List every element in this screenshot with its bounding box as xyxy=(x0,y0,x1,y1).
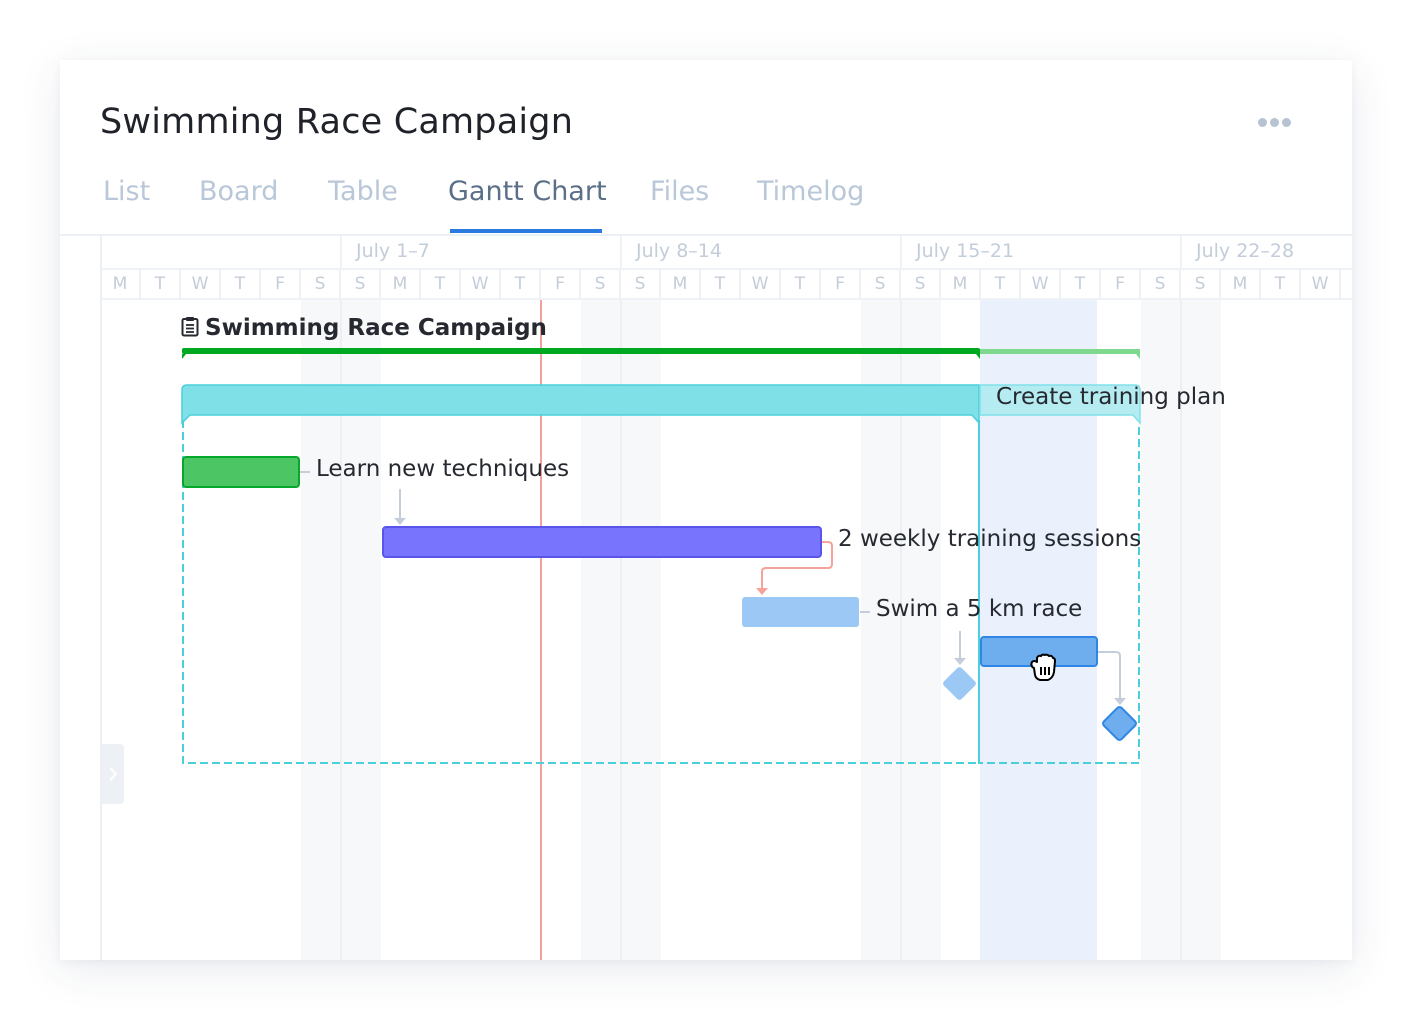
project-summary-line xyxy=(182,348,980,354)
task-label[interactable]: Swim a 5 km race xyxy=(876,596,1082,622)
milestone-1[interactable] xyxy=(942,666,977,701)
dependency-arrowhead xyxy=(954,658,966,665)
project-label[interactable]: Swimming Race Campaign xyxy=(181,315,547,341)
task-label[interactable]: 2 weekly training sessions xyxy=(838,526,1141,552)
gantt-bars-layer xyxy=(181,348,1141,764)
milestone-2[interactable] xyxy=(1102,706,1137,741)
project-name: Swimming Race Campaign xyxy=(205,315,547,341)
clipboard-icon xyxy=(181,317,199,337)
task-bar-weekly-training[interactable] xyxy=(382,526,822,558)
project-summary-bar-preview xyxy=(980,349,1140,359)
critical-dependency-arrowhead xyxy=(756,588,768,595)
project-card: Swimming Race Campaign List Board Table … xyxy=(60,60,1352,960)
group-label[interactable]: Create training plan xyxy=(996,384,1226,410)
dependency-arrowhead xyxy=(394,518,406,525)
group-bar[interactable] xyxy=(181,384,980,425)
task-label[interactable]: Learn new techniques xyxy=(316,456,569,482)
task-bar-swim-race[interactable] xyxy=(742,597,859,627)
dependency-arrow xyxy=(1098,651,1121,698)
dependency-arrowhead xyxy=(1114,698,1126,705)
task-bar-learn-new-techniques[interactable] xyxy=(182,456,300,488)
